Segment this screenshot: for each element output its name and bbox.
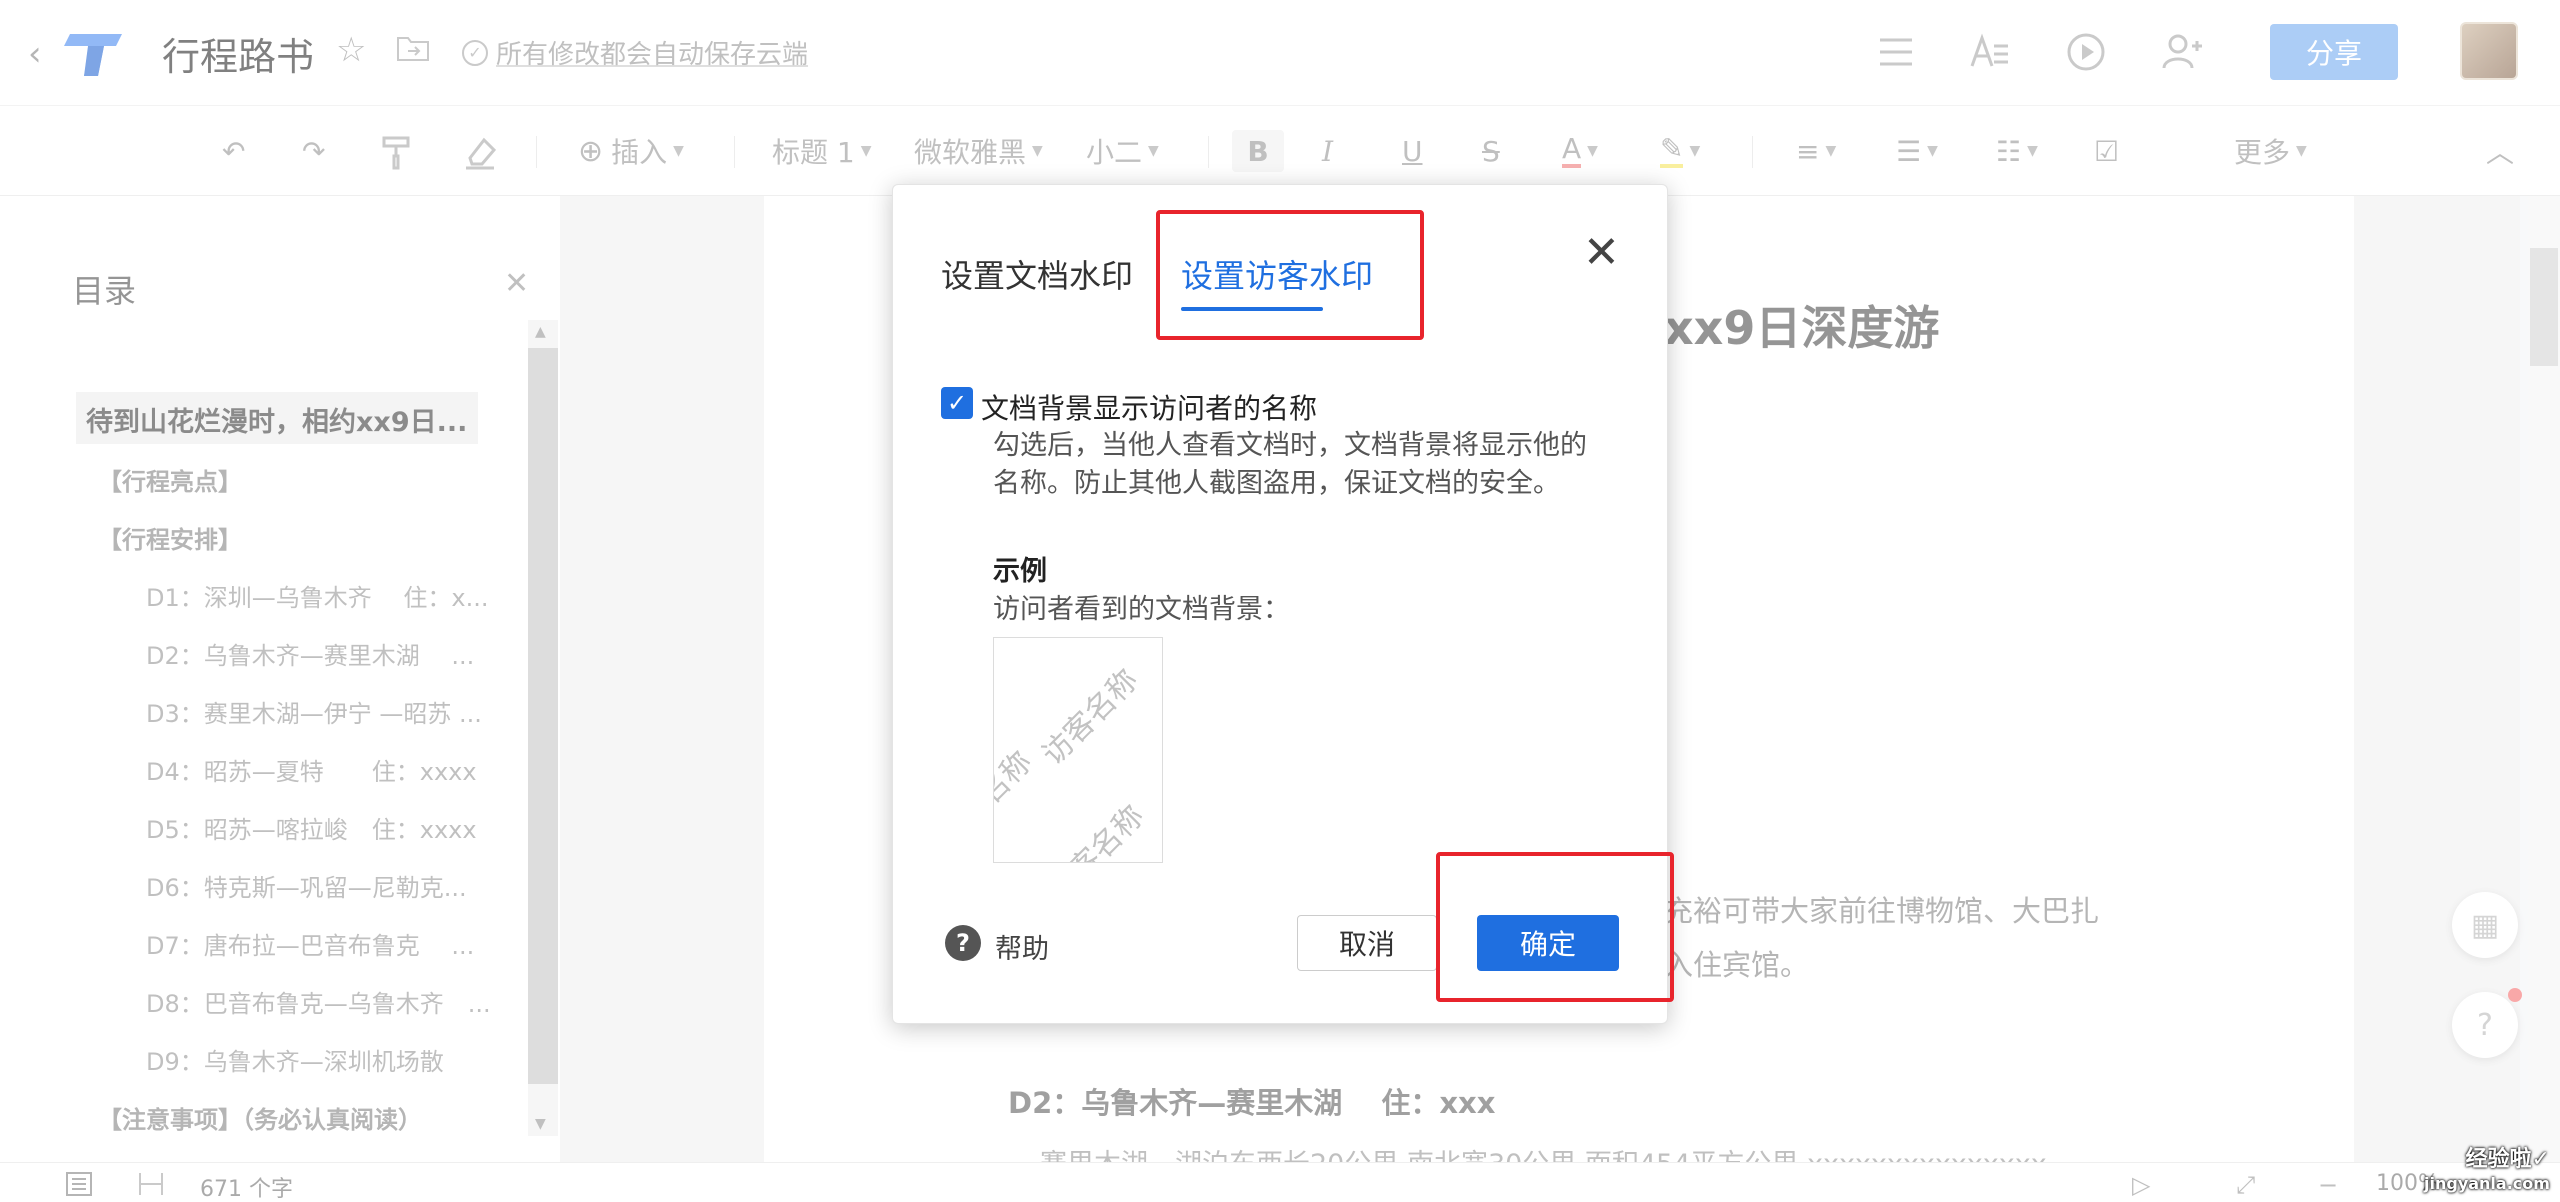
example-subtitle: 访问者看到的文档背景： — [993, 594, 1290, 625]
site-watermark: 经验啦✓ jingyanla.com — [2424, 1148, 2550, 1196]
help-link[interactable]: 帮助 — [995, 927, 1049, 966]
example-title: 示例 — [993, 556, 1047, 587]
watermark-sample-text: 访客名称 — [993, 744, 1040, 855]
show-visitor-name-checkbox[interactable]: ✓ — [941, 387, 973, 419]
checkbox-description: 勾选后，当他人查看文档时，文档背景将显示他的名称。防止其他人截图盗用，保证文档的… — [993, 430, 1587, 499]
site-watermark-line1: 经验啦✓ — [2465, 1147, 2550, 1172]
help-icon[interactable]: ? — [945, 925, 981, 961]
close-icon[interactable]: ✕ — [1583, 231, 1620, 275]
site-watermark-line2: jingyanla.com — [2424, 1174, 2550, 1193]
tab-document-watermark[interactable]: 设置文档水印 — [941, 251, 1133, 297]
highlight-frame-tab — [1156, 210, 1424, 340]
highlight-frame-confirm — [1436, 852, 1674, 1002]
watermark-sample-text: 访客名称 — [1041, 798, 1152, 863]
watermark-sample-text: 访客名称 — [1035, 662, 1146, 773]
cancel-button[interactable]: 取消 — [1297, 915, 1437, 971]
watermark-preview: 访客名称 访客名称 访客名称 — [993, 637, 1163, 863]
checkbox-label[interactable]: 文档背景显示访问者的名称 — [981, 387, 1317, 427]
